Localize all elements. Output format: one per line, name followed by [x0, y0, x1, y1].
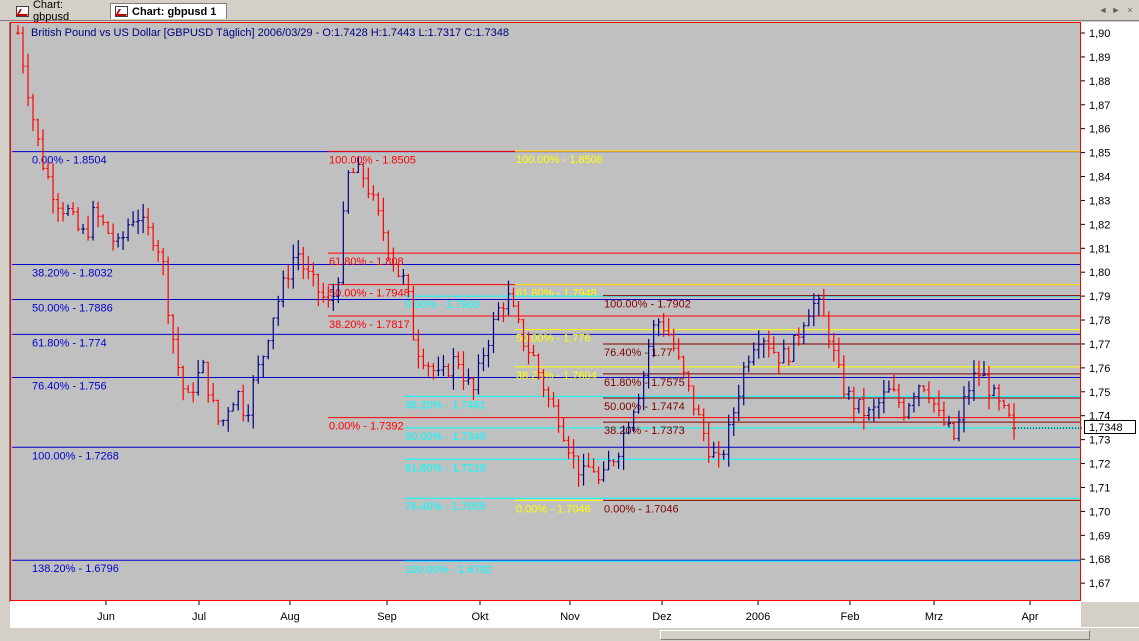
fib-level-label: 38.20% - 1.7481	[405, 399, 486, 411]
fib-level-label: 50.00% - 1.7948	[329, 288, 410, 300]
y-tick-label: 1,72	[1089, 459, 1110, 471]
y-tick-label: 1,78	[1089, 315, 1110, 327]
y-tick-label: 1,82	[1089, 219, 1110, 231]
y-tick-label: 1,70	[1089, 506, 1110, 518]
y-tick-label: 1,71	[1089, 482, 1110, 494]
y-tick-label: 1,86	[1089, 124, 1110, 136]
fib-level-label: 0.00% - 1.7046	[516, 503, 591, 515]
fib-level-label: 61.80% - 1.7575	[604, 377, 685, 389]
x-tick-label: Aug	[280, 611, 300, 623]
y-tick-label: 1,81	[1089, 243, 1110, 255]
y-tick-label: 1,87	[1089, 100, 1110, 112]
fib-level-label: 100.00% - 1.7902	[604, 299, 691, 311]
y-tick-label: 1,75	[1089, 387, 1110, 399]
y-tick-label: 1,69	[1089, 530, 1110, 542]
fib-level-label: 0.00% - 1.7900	[405, 299, 480, 311]
y-tick-label: 1,88	[1089, 76, 1110, 88]
fib-level-label: 76.40% - 1.7055	[405, 501, 486, 513]
x-tick-label: Jun	[97, 611, 115, 623]
x-tick-label: Apr	[1021, 611, 1038, 623]
fib-level-label: 50.00% - 1.776	[516, 333, 591, 345]
y-tick-label: 1,83	[1089, 195, 1110, 207]
fib-level-label: 50.00% - 1.7474	[604, 401, 685, 413]
y-tick-label: 1,68	[1089, 554, 1110, 566]
x-tick-label: Okt	[471, 611, 488, 623]
fib-level-label: 50.00% - 1.7886	[32, 302, 113, 314]
x-tick-label: Jul	[192, 611, 206, 623]
fib-level-label: 100.00% - 1.8505	[329, 154, 416, 166]
x-tick-label: Mrz	[925, 611, 943, 623]
fib-level-label: 76.40% - 1.77	[604, 347, 673, 359]
y-tick-label: 1,73	[1089, 435, 1110, 447]
current-price-label: 1,7348	[1084, 420, 1136, 434]
fib-level-label: 0.00% - 1.7046	[604, 503, 679, 515]
scrollbar-thumb[interactable]	[660, 630, 1090, 640]
fib-level-label: 38.20% - 1.7373	[604, 425, 685, 437]
fib-level-label: 61.80% - 1.7948	[516, 288, 597, 300]
horizontal-scrollbar[interactable]	[10, 627, 1139, 641]
x-tick-label: Nov	[560, 611, 580, 623]
fib-level-label: 38.20% - 1.7604	[516, 370, 597, 382]
y-tick-label: 1,80	[1089, 267, 1110, 279]
fib-level-label: 100.00% - 1.6792	[405, 564, 492, 576]
y-tick-label: 1,76	[1089, 363, 1110, 375]
y-tick-label: 1,67	[1089, 578, 1110, 590]
fib-level-label: 138.20% - 1.6796	[32, 563, 119, 575]
chart-svg[interactable]: British Pound vs US Dollar [GBPUSD Tägli…	[0, 0, 1139, 640]
chart-info-text: British Pound vs US Dollar [GBPUSD Tägli…	[31, 27, 509, 39]
fib-level-label: 61.80% - 1.808	[329, 256, 404, 268]
fib-level-label: 76.40% - 1.756	[32, 380, 107, 392]
x-tick-label: Sep	[377, 611, 397, 623]
x-tick-label: Feb	[841, 611, 860, 623]
y-tick-label: 1,77	[1089, 339, 1110, 351]
fib-level-label: 100.00% - 1.8506	[516, 154, 603, 166]
fib-level-label: 50.00% - 1.7349	[405, 431, 486, 443]
y-tick-label: 1,89	[1089, 52, 1110, 64]
x-tick-label: Dez	[652, 611, 672, 623]
fib-level-label: 38.20% - 1.8032	[32, 268, 113, 280]
fib-level-label: 100.00% - 1.7268	[32, 450, 119, 462]
fib-level-label: 0.00% - 1.7392	[329, 421, 404, 433]
y-tick-label: 1,85	[1089, 148, 1110, 160]
fib-level-label: 38.20% - 1.7817	[329, 319, 410, 331]
y-tick-label: 1,79	[1089, 291, 1110, 303]
x-tick-label: 2006	[746, 611, 770, 623]
fib-level-label: 61.80% - 1.774	[32, 337, 107, 349]
y-tick-label: 1,84	[1089, 172, 1110, 184]
y-tick-label: 1,90	[1089, 28, 1110, 40]
fib-level-label: 61.80% - 1.7218	[405, 462, 486, 474]
